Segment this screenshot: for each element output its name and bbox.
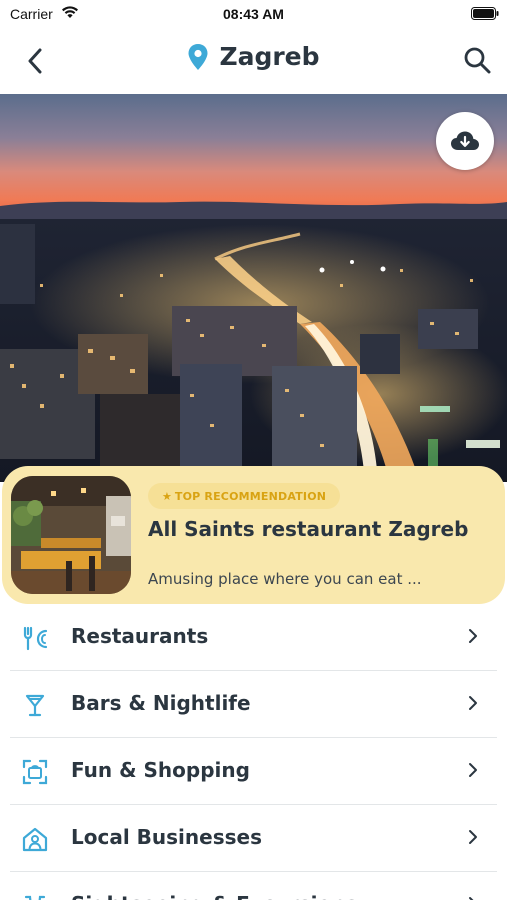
category-item-restaurants[interactable]: Restaurants (10, 605, 497, 671)
search-icon (464, 47, 491, 74)
recommendation-description: Amusing place where you can eat ... (148, 570, 422, 588)
search-button[interactable] (460, 43, 494, 77)
battery-icon (471, 7, 499, 20)
chevron-right-icon (469, 629, 477, 643)
navigation-bar: Zagreb (0, 28, 507, 94)
offline-download-button[interactable] (436, 112, 494, 170)
category-label: Sightseeing & Excursions (71, 892, 357, 900)
map-pin-icon (188, 43, 208, 70)
chevron-right-icon (469, 696, 477, 710)
cocktail-icon (25, 694, 45, 717)
status-time: 08:43 AM (223, 6, 284, 22)
chevron-right-icon (469, 830, 477, 844)
city-night-photo (0, 94, 507, 482)
fork-knife-icon (23, 626, 48, 651)
city-hero-image (0, 94, 507, 482)
badge-label: TOP RECOMMENDATION (174, 489, 327, 503)
chevron-right-icon (469, 897, 474, 900)
top-recommendation-card[interactable]: ★ TOP RECOMMENDATION All Saints restaura… (2, 466, 505, 604)
category-item-bars-nightlife[interactable]: Bars & Nightlife (10, 672, 497, 738)
category-label: Fun & Shopping (71, 758, 250, 782)
top-recommendation-badge: ★ TOP RECOMMENDATION (148, 483, 341, 509)
star-icon: ★ (162, 489, 172, 503)
binoculars-icon (24, 895, 46, 900)
category-item-fun-shopping[interactable]: Fun & Shopping (10, 739, 497, 805)
category-label: Bars & Nightlife (71, 691, 251, 715)
category-label: Local Businesses (71, 825, 262, 849)
chevron-right-icon (469, 763, 477, 777)
home-person-icon (22, 827, 48, 852)
nav-title-group: Zagreb (0, 42, 507, 71)
cloud-download-icon (451, 131, 479, 150)
recommendation-title: All Saints restaurant Zagreb (148, 517, 469, 541)
category-item-local-businesses[interactable]: Local Businesses (10, 806, 497, 872)
category-item-sightseeing-excursions[interactable]: Sightseeing & Excursions (10, 873, 497, 900)
restaurant-thumbnail (11, 476, 131, 594)
page-title: Zagreb (219, 42, 320, 71)
status-bar: Carrier 08:43 AM (0, 0, 507, 28)
category-label: Restaurants (71, 624, 209, 648)
shopping-scan-icon (22, 759, 48, 785)
